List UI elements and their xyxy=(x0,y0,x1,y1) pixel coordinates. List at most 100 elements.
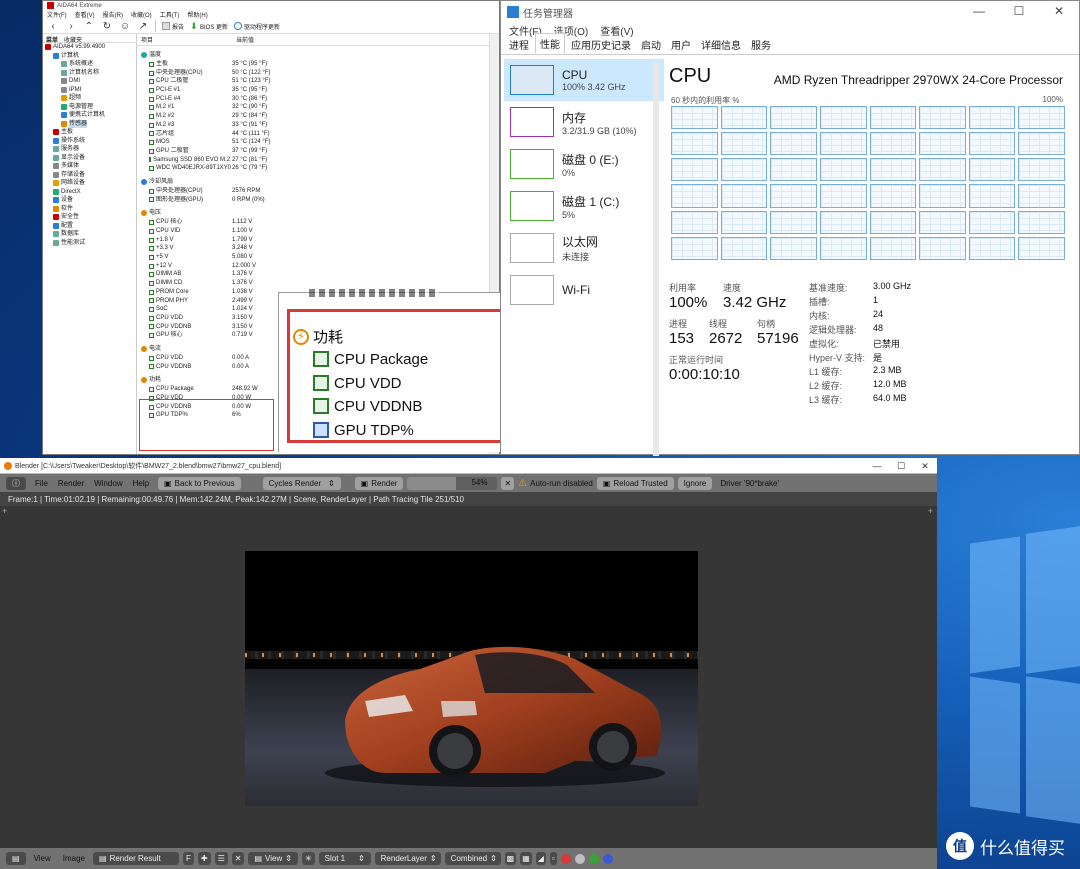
color-alpha-icon[interactable]: ▩ xyxy=(504,852,517,865)
sensor-row[interactable]: 芯片组 44 °C (111 °F) xyxy=(137,130,499,139)
aida-menu-item[interactable]: 工具(T) xyxy=(160,10,180,19)
sensor-row[interactable]: M.2 #1 32 °C (90 °F) xyxy=(137,103,499,112)
sensor-row[interactable]: PCI-E #1 35 °C (95 °F) xyxy=(137,86,499,95)
sensor-row[interactable]: CPU 二极管 51 °C (123 °F) xyxy=(137,77,499,86)
tm-tab[interactable]: 性能 xyxy=(535,33,565,54)
tm-tab[interactable]: 详细信息 xyxy=(697,35,745,54)
maximize-icon[interactable]: ☐ xyxy=(889,458,913,474)
new-image-icon[interactable]: ✚ xyxy=(197,852,211,865)
pin-icon[interactable]: ✳ xyxy=(301,852,315,865)
blender-menu-item[interactable]: File xyxy=(35,479,48,488)
corner-plus-icon[interactable]: + xyxy=(2,506,7,516)
tm-resource-item[interactable]: CPU 100% 3.42 GHz xyxy=(504,59,664,101)
tree-item[interactable]: 软件 xyxy=(43,205,136,214)
sensor-row[interactable]: CPU 核心 1.112 V xyxy=(137,218,499,227)
red-channel-icon[interactable] xyxy=(560,853,571,864)
blender-menu-item[interactable]: Help xyxy=(133,479,149,488)
view-menu[interactable]: View xyxy=(34,854,51,863)
render-pass-select[interactable]: Combined ⇕ xyxy=(444,852,501,865)
tm-tab[interactable]: 应用历史记录 xyxy=(567,35,635,54)
tm-resource-item[interactable]: 内存 3.2/31.9 GB (10%) xyxy=(504,101,664,143)
tree-item[interactable]: 服务器 xyxy=(43,145,136,154)
maximize-icon[interactable]: ☐ xyxy=(999,1,1039,21)
tree-item[interactable]: 操作系统 xyxy=(43,137,136,146)
minimize-icon[interactable]: — xyxy=(959,1,999,21)
tm-resource-item[interactable]: 磁盘 0 (E:) 0% xyxy=(504,143,664,185)
aida-menu-item[interactable]: 收藏(O) xyxy=(131,10,152,19)
tree-item[interactable]: DMI xyxy=(43,77,136,86)
sensor-row[interactable]: CPU VID 1.100 V xyxy=(137,227,499,236)
user-icon[interactable]: ☺ xyxy=(119,20,131,32)
image-editor-viewport[interactable]: + + xyxy=(0,506,937,848)
sensor-row[interactable]: +12 V 12.000 V xyxy=(137,262,499,271)
aida-menu-item[interactable]: 报告(R) xyxy=(103,10,123,19)
render-button[interactable]: ▣ Render xyxy=(354,476,404,490)
tree-item[interactable]: 系统概述 xyxy=(43,60,136,69)
image-browse-select[interactable]: ▤ Render Result xyxy=(93,852,179,865)
sensor-row[interactable]: PCI-E #4 30 °C (86 °F) xyxy=(137,95,499,104)
tm-resource-item[interactable]: 以太网 未连接 xyxy=(504,227,664,269)
sensor-row[interactable]: DIMM AB 1.376 V xyxy=(137,270,499,279)
sensor-row[interactable]: 图形处理器(GPU) 0 RPM (0%) xyxy=(137,196,499,205)
tm-resource-item[interactable]: Wi-Fi xyxy=(504,269,664,311)
sample-icon[interactable]: ▫ xyxy=(549,852,557,865)
tree-item[interactable]: 配置 xyxy=(43,222,136,231)
view-mode-select[interactable]: ▤ View ⇕ xyxy=(248,852,298,865)
blender-menu-item[interactable]: Window xyxy=(94,479,122,488)
tree-item[interactable]: 计算机 xyxy=(43,52,136,61)
aida-menu-item[interactable]: 帮助(H) xyxy=(187,10,207,19)
unlink-image-icon[interactable]: ✕ xyxy=(231,852,245,865)
sensor-row[interactable]: Samsung SSD 860 EVO M.2 2... 27 °C (81 °F… xyxy=(137,156,499,165)
editor-type-icon[interactable]: ▤ xyxy=(6,852,26,865)
open-image-icon[interactable]: ☰ xyxy=(214,852,228,865)
back-to-previous-button[interactable]: ▣ Back to Previous xyxy=(158,476,241,490)
white-channel-icon[interactable] xyxy=(574,853,585,864)
tree-item[interactable]: 电源管理 xyxy=(43,103,136,112)
tab-favorites[interactable]: 收藏夹 xyxy=(64,35,82,44)
tm-tab[interactable]: 用户 xyxy=(667,35,695,54)
sensor-row[interactable]: M.2 #2 29 °C (84 °F) xyxy=(137,112,499,121)
blender-menu-item[interactable]: Render xyxy=(58,479,84,488)
column-item[interactable]: 项目 xyxy=(137,35,232,44)
aida-menu-item[interactable]: 查看(V) xyxy=(75,10,95,19)
tm-tab[interactable]: 启动 xyxy=(637,35,665,54)
slot-select[interactable]: Slot 1 ⇕ xyxy=(318,852,371,865)
up-icon[interactable]: ⌃ xyxy=(83,20,95,32)
tm-tab[interactable]: 进程 xyxy=(505,35,533,54)
tm-resource-item[interactable]: 磁盘 1 (C:) 5% xyxy=(504,185,664,227)
close-icon[interactable]: ✕ xyxy=(913,458,937,474)
image-menu[interactable]: Image xyxy=(63,854,85,863)
tree-item[interactable]: 传感器 xyxy=(43,119,136,128)
green-channel-icon[interactable] xyxy=(588,853,599,864)
bios-update-button[interactable]: ⬇ BIOS 更新 xyxy=(190,22,228,31)
tree-item[interactable]: 存储设备 xyxy=(43,171,136,180)
sensor-row[interactable]: 中央处理器(CPU) 50 °C (122 °F) xyxy=(137,69,499,78)
report-button[interactable]: 报告 xyxy=(162,22,184,31)
tree-item[interactable]: AIDA64 v5.99.4900 xyxy=(43,43,136,52)
tree-item[interactable]: 多媒体 xyxy=(43,162,136,171)
sensor-row[interactable]: +1.8 V 1.799 V xyxy=(137,236,499,245)
tree-item[interactable]: 安全性 xyxy=(43,213,136,222)
reload-trusted-button[interactable]: ▣ Reload Trusted xyxy=(596,476,674,490)
sensor-row[interactable]: 中央处理器(CPU) 2576 RPM xyxy=(137,187,499,196)
tree-item[interactable]: 性能测试 xyxy=(43,239,136,248)
minimize-icon[interactable]: — xyxy=(865,458,889,474)
ignore-button[interactable]: Ignore xyxy=(677,476,713,490)
tree-item[interactable]: 数据库 xyxy=(43,230,136,239)
blue-channel-icon[interactable] xyxy=(602,853,613,864)
sensor-row[interactable]: GPU 二极管 37 °C (99 °F) xyxy=(137,147,499,156)
tab-menu[interactable]: 菜单 xyxy=(46,35,58,44)
render-engine-select[interactable]: Cycles Render ⇕ xyxy=(262,476,341,490)
forward-icon[interactable]: › xyxy=(65,20,77,32)
tree-item[interactable]: 超频 xyxy=(43,94,136,103)
back-icon[interactable]: ‹ xyxy=(47,20,59,32)
tm-tab[interactable]: 服务 xyxy=(747,35,775,54)
sensor-row[interactable]: 主板 35 °C (95 °F) xyxy=(137,60,499,69)
chart-icon[interactable]: ↗ xyxy=(137,20,149,32)
tree-item[interactable]: 设备 xyxy=(43,196,136,205)
tm-side-scrollbar[interactable] xyxy=(653,63,659,456)
z-buffer-icon[interactable]: ◢ xyxy=(535,852,546,865)
editor-type-icon[interactable]: ⓘ xyxy=(6,476,26,490)
tree-item[interactable]: IPMI xyxy=(43,86,136,95)
sensor-row[interactable]: DIMM CD 1.376 V xyxy=(137,279,499,288)
